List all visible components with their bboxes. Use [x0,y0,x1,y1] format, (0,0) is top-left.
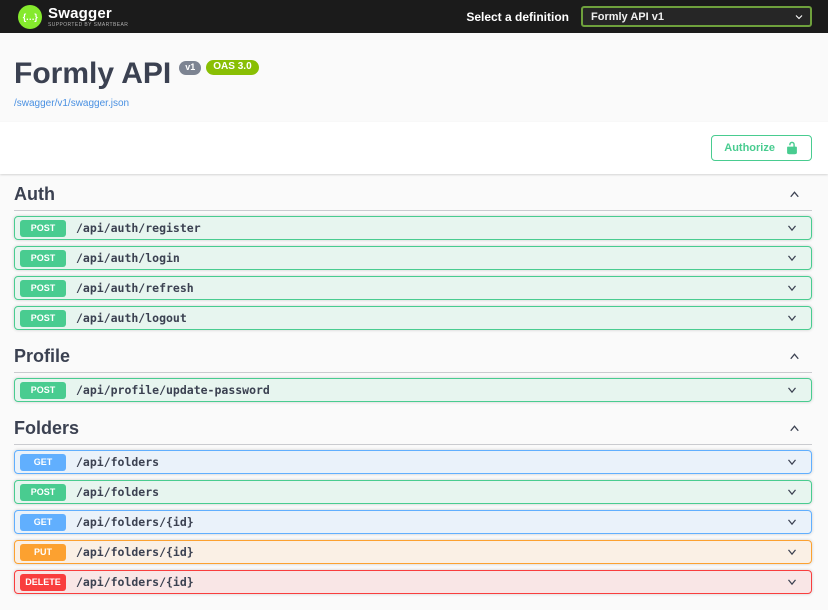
chevron-up-icon [790,190,799,197]
endpoint-row[interactable]: GET/api/folders/{id} [14,510,812,534]
section-header-forms[interactable]: Forms [14,600,812,610]
topbar: {…} Swagger Supported by SMARTBEAR Selec… [0,0,828,33]
method-badge: PUT [20,543,66,561]
endpoint-path: /api/folders/{id} [76,515,194,529]
method-badge: POST [20,483,66,501]
chevron-down-icon [795,14,803,19]
endpoint-path: /api/auth/refresh [76,281,194,295]
endpoint-row[interactable]: PUT/api/folders/{id} [14,540,812,564]
endpoint-row[interactable]: POST/api/folders [14,480,812,504]
endpoint-path: /api/auth/login [76,251,180,265]
api-section-folders: Folders GET/api/folders POST/api/folders GE… [14,408,812,594]
swagger-logo-icon: {…} [18,4,42,29]
section-header-profile[interactable]: Profile [14,336,812,373]
definition-select[interactable]: Formly API v1 [581,6,812,27]
chevron-down-icon [788,459,796,466]
chevron-down-icon [788,255,796,262]
api-section-profile: Profile POST/api/profile/update-password [14,336,812,402]
endpoint-row[interactable]: POST/api/profile/update-password [14,378,812,402]
method-badge: POST [20,219,66,237]
endpoint-row[interactable]: POST/api/auth/register [14,216,812,240]
endpoint-row[interactable]: POST/api/auth/login [14,246,812,270]
endpoint-row[interactable]: POST/api/auth/refresh [14,276,812,300]
method-badge: GET [20,513,66,531]
chevron-up-icon [790,424,799,431]
chevron-down-icon [788,549,796,556]
section-title: Profile [14,346,71,366]
section-title: Auth [14,184,55,204]
method-badge: GET [20,453,66,471]
spec-json-link[interactable]: /swagger/v1/swagger.json [14,98,129,109]
version-badge: v1 [179,60,202,75]
method-badge: POST [20,309,66,327]
authorize-label: Authorize [724,141,775,154]
endpoint-path: /api/profile/update-password [76,383,270,397]
chevron-up-icon [790,352,799,359]
method-badge: DELETE [20,573,66,591]
method-badge: POST [20,279,66,297]
endpoint-row[interactable]: GET/api/folders [14,450,812,474]
method-badge: POST [20,381,66,399]
oas-badge: OAS 3.0 [206,60,259,75]
api-section-forms: Forms [14,600,812,610]
chevron-down-icon [788,387,796,394]
authorize-button[interactable]: Authorize [711,135,812,161]
info-section: Formly API v1 OAS 3.0 /swagger/v1/swagge… [0,33,828,122]
api-section-auth: Auth POST/api/auth/register POST/api/auth/… [14,174,812,330]
endpoint-path: /api/auth/register [76,221,201,235]
endpoint-row[interactable]: POST/api/auth/logout [14,306,812,330]
endpoint-path: /api/auth/logout [76,311,187,325]
endpoint-path: /api/folders/{id} [76,545,194,559]
endpoint-path: /api/folders [76,485,160,499]
chevron-down-icon [788,315,796,322]
chevron-down-icon [788,285,796,292]
unlock-icon [787,141,797,155]
endpoint-path: /api/folders/{id} [76,575,194,589]
method-badge: POST [20,249,66,267]
chevron-down-icon [788,225,796,232]
chevron-down-icon [788,489,796,496]
section-header-folders[interactable]: Folders [14,408,812,445]
endpoint-row[interactable]: DELETE/api/folders/{id} [14,570,812,594]
chevron-down-icon [788,519,796,526]
section-header-auth[interactable]: Auth [14,174,812,211]
select-definition-label: Select a definition [466,9,569,24]
endpoint-path: /api/folders [76,455,160,469]
brand-title: Swagger [48,4,112,22]
definition-select-value: Formly API v1 [591,10,664,23]
sections-root: Auth POST/api/auth/register POST/api/auth/… [0,174,828,610]
scheme-container: Authorize [0,122,828,174]
page-title: Formly API [14,57,172,90]
section-title: Folders [14,418,80,438]
swagger-logo-link[interactable]: {…} Swagger Supported by SMARTBEAR [18,4,129,29]
brand-subtitle: Supported by SMARTBEAR [48,21,129,28]
chevron-down-icon [788,579,796,586]
